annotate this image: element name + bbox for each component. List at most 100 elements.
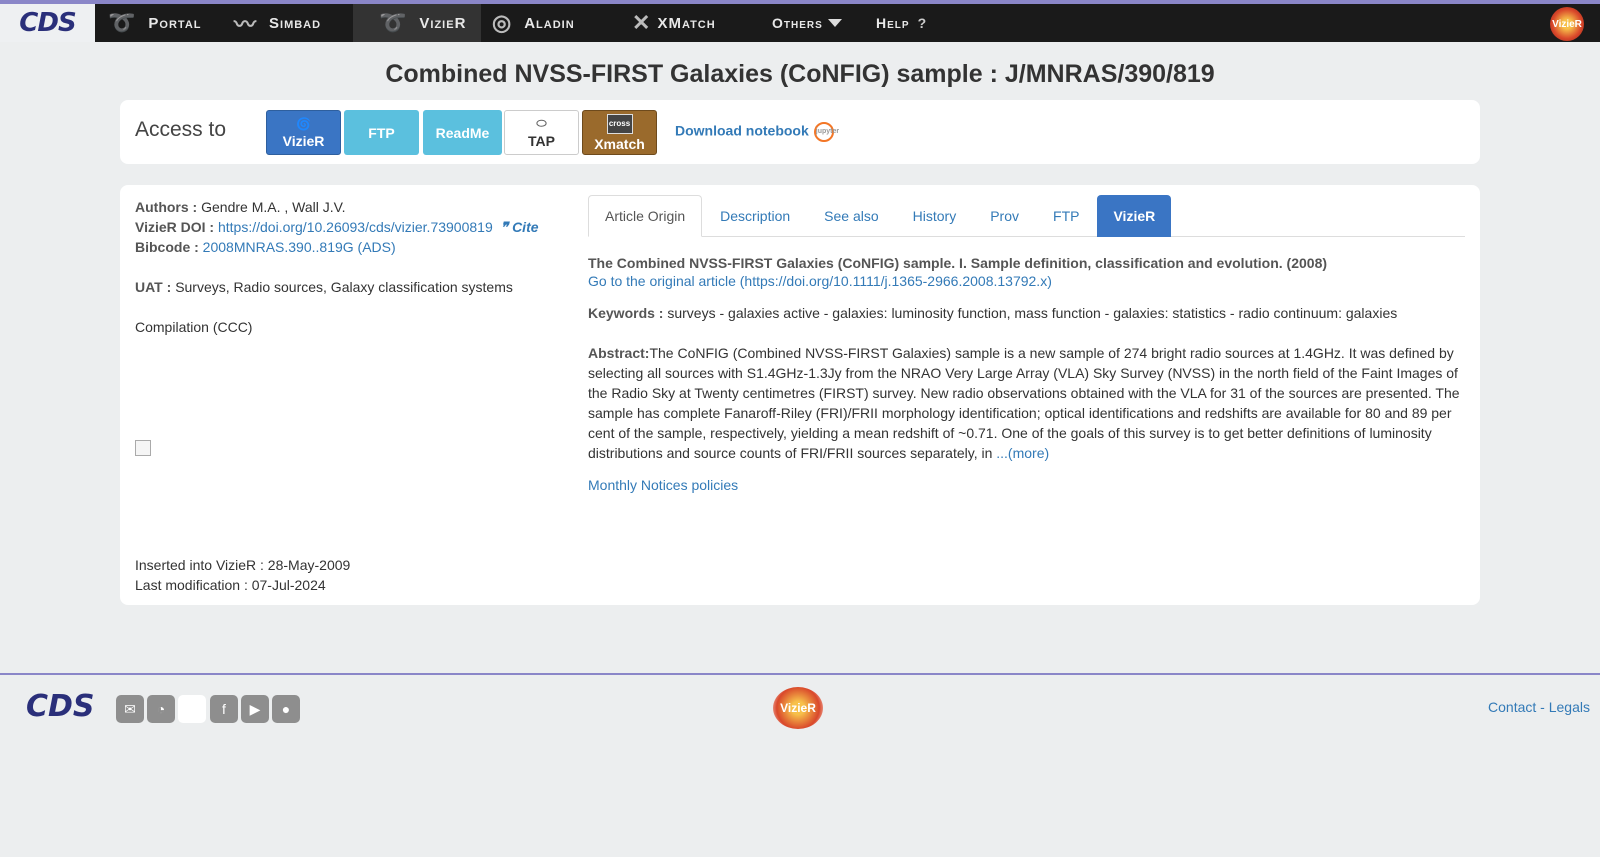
tab-description[interactable]: Description <box>704 195 806 237</box>
youtube-icon[interactable]: ▶ <box>241 695 269 723</box>
tab-prov[interactable]: Prov <box>974 195 1035 237</box>
vizier-logo-icon[interactable]: VizieR <box>1550 7 1584 41</box>
download-notebook-link[interactable]: Download notebook jupyter <box>675 122 839 142</box>
footer-vizier-text: VizieR <box>780 701 816 715</box>
access-panel: Access to 🌀 VizieR FTP ReadMe ⬭ TAP cros… <box>120 100 1480 164</box>
footer-separator: - <box>1540 699 1545 715</box>
blank-social-icon[interactable] <box>178 695 206 723</box>
top-navbar: CDS ➰ Portal 〰 Simbad ➰ VizieR ◎ Aladin … <box>0 0 1600 42</box>
bibcode-label: Bibcode : <box>135 239 199 255</box>
footer: CDS ✉ ◔ f ▶ ● VizieR Contact - Legals <box>0 673 1600 857</box>
authors-value: Gendre M.A. , Wall J.V. <box>201 199 346 215</box>
cite-button[interactable]: ❞ Cite <box>501 219 539 235</box>
modified-date: Last modification : 07-Jul-2024 <box>135 577 326 593</box>
access-readme-button[interactable]: ReadMe <box>423 110 502 155</box>
catalog-metadata: Authors : Gendre M.A. , Wall J.V. VizieR… <box>135 197 565 337</box>
authors-label: Authors : <box>135 199 198 215</box>
tab-history[interactable]: History <box>897 195 973 237</box>
nav-simbad[interactable]: 〰 Simbad <box>234 4 321 42</box>
abstract-label: Abstract: <box>588 345 650 361</box>
policies-link[interactable]: Monthly Notices policies <box>588 477 1465 493</box>
page-title: Combined NVSS-FIRST Galaxies (CoNFIG) sa… <box>385 60 1215 88</box>
vizier-logo-text: VizieR <box>1552 18 1582 30</box>
article-title: The Combined NVSS-FIRST Galaxies (CoNFIG… <box>588 255 1328 271</box>
keywords-value: surveys - galaxies active - galaxies: lu… <box>667 305 1398 321</box>
download-notebook-label: Download notebook <box>675 122 809 139</box>
inserted-date: Inserted into VizieR : 28-May-2009 <box>135 557 351 573</box>
access-vizier-label: VizieR <box>282 132 325 149</box>
access-ftp-button[interactable]: FTP <box>344 110 419 155</box>
nav-vizier[interactable]: ➰ VizieR <box>353 4 481 42</box>
galaxy-icon: ◎ <box>492 10 513 35</box>
access-tap-label: TAP <box>528 133 555 149</box>
access-readme-label: ReadMe <box>435 124 490 141</box>
access-xmatch-label: Xmatch <box>594 135 645 152</box>
cds-home-link[interactable]: CDS <box>0 4 95 42</box>
nav-others-label: Others <box>772 15 823 31</box>
x-icon: ✕ <box>632 10 652 35</box>
nav-help[interactable]: Help ? <box>876 4 927 42</box>
footer-vizier-logo[interactable]: VizieR <box>773 687 823 729</box>
tab-see-also[interactable]: See also <box>808 195 894 237</box>
doi-link[interactable]: https://doi.org/10.26093/cds/vizier.7390… <box>218 219 493 235</box>
vizier-logo-icon: 🌀 <box>296 116 311 131</box>
broken-image-icon <box>135 440 151 456</box>
cite-label: Cite <box>512 219 539 235</box>
help-question-icon: ? <box>917 15 928 31</box>
catalog-dates: Inserted into VizieR : 28-May-2009 Last … <box>135 555 350 595</box>
keywords-row: Keywords : surveys - galaxies active - g… <box>588 303 1465 323</box>
uat-label: UAT : <box>135 279 172 295</box>
nav-xmatch-label: XMatch <box>657 14 716 32</box>
cds-logo: CDS <box>19 8 76 38</box>
main-panel: Authors : Gendre M.A. , Wall J.V. VizieR… <box>120 185 1480 605</box>
abstract-block: Abstract:The CoNFIG (Combined NVSS-FIRST… <box>588 343 1465 463</box>
nav-aladin[interactable]: ◎ Aladin <box>492 4 575 42</box>
access-ftp-label: FTP <box>368 124 395 141</box>
original-article-link[interactable]: Go to the original article (https://doi.… <box>588 273 1465 289</box>
keywords-label: Keywords : <box>588 305 664 321</box>
swirl-icon: ➰ <box>379 10 408 35</box>
access-vizier-button[interactable]: 🌀 VizieR <box>266 110 341 155</box>
swirl-icon: ➰ <box>108 10 137 35</box>
facebook-icon[interactable]: f <box>210 695 238 723</box>
bibcode-link[interactable]: 2008MNRAS.390..819G (ADS) <box>203 239 396 255</box>
email-icon[interactable]: ✉ <box>116 695 144 723</box>
nav-portal-label: Portal <box>148 14 202 32</box>
bibcode-row: Bibcode : 2008MNRAS.390..819G (ADS) <box>135 237 565 257</box>
authors-row: Authors : Gendre M.A. , Wall J.V. <box>135 197 565 217</box>
doi-row: VizieR DOI : https://doi.org/10.26093/cd… <box>135 217 565 237</box>
compilation-note: Compilation (CCC) <box>135 319 253 335</box>
access-xmatch-button[interactable]: cross Xmatch <box>582 110 657 155</box>
doi-label: VizieR DOI : <box>135 219 215 235</box>
nav-vizier-label: VizieR <box>419 14 467 32</box>
nav-others-dropdown[interactable]: Others <box>772 4 842 42</box>
github-icon[interactable]: ● <box>272 695 300 723</box>
footer-links: Contact - Legals <box>1488 699 1590 715</box>
tab-bar: Article Origin Description See also Hist… <box>588 195 1465 237</box>
cross-icon: cross <box>606 113 633 134</box>
tab-vizier[interactable]: VizieR <box>1097 195 1172 237</box>
uat-row: UAT : Surveys, Radio sources, Galaxy cla… <box>135 277 565 297</box>
uat-value: Surveys, Radio sources, Galaxy classific… <box>175 279 513 295</box>
nav-portal[interactable]: ➰ Portal <box>108 4 201 42</box>
abstract-more-link[interactable]: ...(more) <box>996 445 1049 461</box>
nav-help-label: Help <box>876 15 910 31</box>
nav-simbad-label: Simbad <box>269 14 322 32</box>
chevron-down-icon <box>827 19 842 27</box>
access-tap-button[interactable]: ⬭ TAP <box>504 110 579 155</box>
swirl-icon: 〰 <box>234 12 258 37</box>
contact-link[interactable]: Contact <box>1488 699 1536 715</box>
rss-icon[interactable]: ◔ <box>147 695 175 723</box>
access-label: Access to <box>135 118 227 141</box>
nav-xmatch[interactable]: ✕ XMatch <box>632 4 716 42</box>
quote-icon: ❞ <box>500 219 509 235</box>
nav-aladin-label: Aladin <box>524 14 575 32</box>
tab-article-origin[interactable]: Article Origin <box>588 195 703 237</box>
tap-disk-icon: ⬭ <box>536 116 547 130</box>
abstract-text: The CoNFIG (Combined NVSS-FIRST Galaxies… <box>588 345 1460 461</box>
legals-link[interactable]: Legals <box>1549 699 1590 715</box>
tab-ftp[interactable]: FTP <box>1037 195 1095 237</box>
article-section: Article Origin Description See also Hist… <box>588 195 1465 493</box>
jupyter-icon: jupyter <box>813 122 839 142</box>
footer-cds-logo[interactable]: CDS <box>26 689 95 724</box>
